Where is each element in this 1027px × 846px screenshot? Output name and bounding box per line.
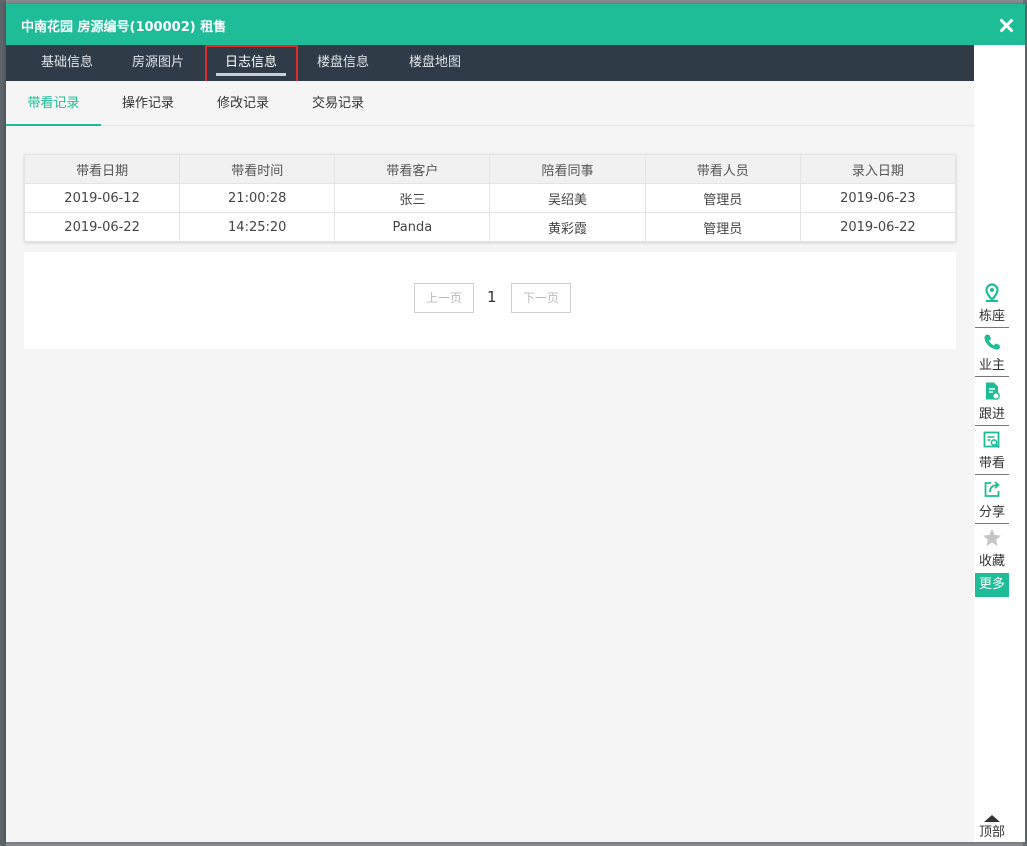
- toolbar-owner-button[interactable]: 业主: [975, 332, 1009, 380]
- viewing-records-table: 带看日期 带看时间 带看客户 陪看同事 带看人员 录入日期 2019-06-12…: [23, 154, 957, 242]
- table-cell: 管理员: [644, 212, 801, 242]
- tab-label: 楼盘信息: [316, 55, 369, 70]
- follow-doc-icon: [986, 382, 1000, 400]
- table-cell: 吴绍美: [489, 183, 646, 213]
- toolbar-label: 分享: [978, 505, 1005, 520]
- dialog-title: 中南花园 房源编号(100002) 租售: [21, 20, 227, 35]
- table-cell: 黄彩霞: [489, 212, 646, 242]
- toolbar-label: 带看: [978, 456, 1005, 471]
- house-detail-dialog: 中南花园 房源编号(100002) 租售 基础信息 房源图片 日志信息 楼盘信息…: [6, 4, 1025, 842]
- column-header: 带看日期: [23, 154, 181, 184]
- column-header: 带看客户: [334, 154, 491, 184]
- back-to-top-button[interactable]: 顶部: [975, 815, 1009, 841]
- subtab-label: 修改记录: [216, 96, 269, 111]
- toolbar-label: 业主: [978, 358, 1005, 373]
- star-icon: [983, 529, 1001, 546]
- toolbar-more-button[interactable]: 更多: [975, 573, 1009, 597]
- location-pin-icon: [985, 283, 999, 302]
- table-cell: 21:00:28: [179, 183, 336, 213]
- table-row[interactable]: 2019-06-22 14:25:20 Panda 黄彩霞 管理员 2019-0…: [23, 212, 957, 242]
- active-tab-underline: [216, 73, 286, 76]
- table-cell: Panda: [334, 212, 491, 242]
- current-page-number[interactable]: 1: [487, 288, 497, 306]
- share-icon: [984, 481, 1000, 497]
- subtab-trade-records[interactable]: 交易记录: [293, 81, 383, 125]
- next-page-button[interactable]: 下一页: [511, 283, 571, 313]
- subtab-label: 交易记录: [311, 96, 364, 111]
- back-to-top-label: 顶部: [978, 825, 1005, 840]
- table-cell: 2019-06-12: [23, 183, 181, 213]
- toolbar-divider: [975, 327, 1009, 328]
- subtab-operation-records[interactable]: 操作记录: [103, 81, 193, 125]
- subtab-modify-records[interactable]: 修改记录: [198, 81, 288, 125]
- toolbar-share-button[interactable]: 分享: [975, 479, 1009, 527]
- toolbar-label: 栋座: [978, 309, 1005, 324]
- phone-icon: [984, 334, 1000, 350]
- table-header-row: 带看日期 带看时间 带看客户 陪看同事 带看人员 录入日期: [23, 154, 957, 184]
- column-header: 录入日期: [799, 154, 957, 184]
- subtab-label: 带看记录: [27, 96, 80, 111]
- tab-basic-info[interactable]: 基础信息: [22, 45, 112, 81]
- pagination: 上一页 1 下一页: [24, 252, 956, 349]
- toolbar-follow-button[interactable]: 跟进: [975, 381, 1009, 429]
- toolbar-viewing-button[interactable]: 带看: [975, 430, 1009, 478]
- tab-label: 日志信息: [224, 55, 277, 70]
- table-cell: 2019-06-22: [799, 212, 957, 242]
- table-cell: 管理员: [644, 183, 801, 213]
- tab-label: 房源图片: [131, 55, 184, 70]
- tab-label: 楼盘地图: [408, 55, 461, 70]
- tab-house-images[interactable]: 房源图片: [113, 45, 203, 81]
- right-toolbar: 栋座 业主 跟进 带看 分享 收藏 更多 顶部: [974, 45, 1025, 842]
- tab-building-map[interactable]: 楼盘地图: [390, 45, 480, 81]
- toolbar-divider: [975, 474, 1009, 475]
- column-header: 带看人员: [644, 154, 801, 184]
- subtab-label: 操作记录: [121, 96, 174, 111]
- log-subtabs: 带看记录 操作记录 修改记录 交易记录: [6, 81, 974, 126]
- view-search-icon: [983, 431, 1000, 449]
- tab-label: 基础信息: [40, 55, 93, 70]
- table-cell: 张三: [334, 183, 491, 213]
- toolbar-divider: [975, 425, 1009, 426]
- prev-page-button[interactable]: 上一页: [414, 283, 474, 313]
- column-header: 陪看同事: [489, 154, 646, 184]
- subtab-viewing-records[interactable]: 带看记录: [6, 81, 101, 126]
- column-header: 带看时间: [179, 154, 336, 184]
- toolbar-label: 跟进: [978, 407, 1005, 422]
- main-tabbar: 基础信息 房源图片 日志信息 楼盘信息 楼盘地图: [6, 45, 974, 81]
- table-cell: 2019-06-22: [23, 212, 181, 242]
- tab-log-info[interactable]: 日志信息: [206, 45, 296, 81]
- dialog-titlebar: 中南花园 房源编号(100002) 租售: [6, 4, 1025, 45]
- tab-building-info[interactable]: 楼盘信息: [298, 45, 388, 81]
- toolbar-divider: [975, 523, 1009, 524]
- table-cell: 14:25:20: [179, 212, 336, 242]
- toolbar-label: 收藏: [978, 554, 1005, 569]
- toolbar-favorite-button[interactable]: 收藏: [975, 528, 1009, 576]
- table-row[interactable]: 2019-06-12 21:00:28 张三 吴绍美 管理员 2019-06-2…: [23, 183, 957, 213]
- table-cell: 2019-06-23: [799, 183, 957, 213]
- close-icon[interactable]: [995, 14, 1019, 38]
- toolbar-building-button[interactable]: 栋座: [975, 283, 1009, 331]
- toolbar-divider: [975, 376, 1009, 377]
